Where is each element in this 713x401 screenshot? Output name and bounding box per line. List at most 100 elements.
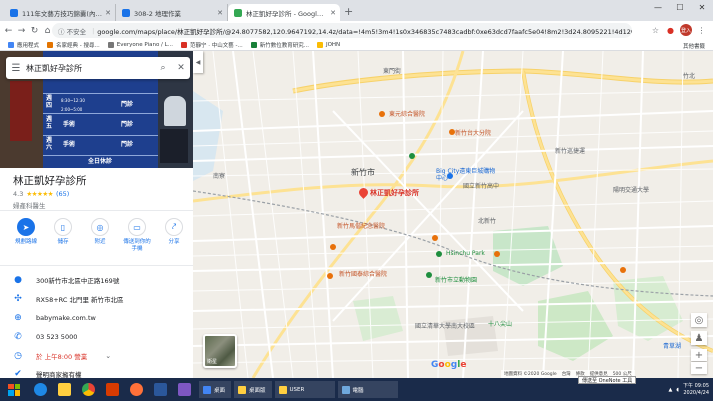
tab-close-icon[interactable]: ✕ bbox=[105, 9, 111, 17]
rating-value: 4.3 bbox=[13, 190, 24, 198]
other-bookmarks[interactable]: 其他書籤 bbox=[683, 42, 705, 50]
selected-place-label[interactable]: 林正凱好孕診所 bbox=[370, 188, 419, 198]
window-icon bbox=[203, 385, 211, 394]
start-button[interactable] bbox=[0, 378, 28, 401]
new-tab-button[interactable]: + bbox=[344, 6, 353, 17]
share-icon: ⤤ bbox=[165, 218, 183, 236]
hospital-poi-icon[interactable] bbox=[494, 251, 500, 257]
maps-favicon-icon bbox=[234, 8, 242, 17]
map-canvas[interactable]: 林正凱好孕診所 東門街 新竹市 Big City遠東巨城購物中心 國立新竹高中 … bbox=[193, 51, 713, 378]
volume-icon[interactable]: ◖ bbox=[676, 387, 679, 393]
search-input[interactable]: 林正凱好孕診所 bbox=[26, 63, 154, 74]
locate-me-button[interactable]: ◎ bbox=[691, 313, 707, 327]
save-button[interactable]: ▯ 儲存 bbox=[47, 218, 79, 253]
maximize-button[interactable]: ☐ bbox=[669, 0, 691, 14]
close-window-button[interactable]: ✕ bbox=[691, 0, 713, 14]
zoom-out-button[interactable]: − bbox=[691, 362, 707, 374]
windows-logo-icon bbox=[8, 383, 20, 396]
chrome-taskbar-icon[interactable] bbox=[76, 378, 100, 401]
address-row[interactable]: ● 300新竹市北區中正路169號 bbox=[0, 271, 193, 289]
extension-icon[interactable]: ● bbox=[665, 25, 676, 36]
collapse-panel-button[interactable]: ◀ bbox=[193, 51, 203, 73]
zoom-in-button[interactable]: + bbox=[691, 349, 707, 361]
address-bar[interactable]: ⓘ 不安全 | google.com/maps/place/林正凱好孕診所/@2… bbox=[52, 23, 632, 38]
minimize-button[interactable]: — bbox=[647, 0, 669, 14]
tab-title: 林正凱好孕診所 - Google 地圖 bbox=[246, 9, 328, 18]
zoo-poi-icon[interactable] bbox=[426, 272, 432, 278]
hospital-poi-icon[interactable] bbox=[379, 111, 385, 117]
google-logo: Google bbox=[431, 360, 467, 370]
share-button[interactable]: ⤤ 分享 bbox=[158, 218, 190, 253]
browser-tab-1[interactable]: 111年文藝方技巧錦囊(內容議程) ✕ bbox=[4, 4, 116, 21]
globe-icon: ⊕ bbox=[14, 313, 22, 323]
browser-tab-2[interactable]: 308-2 地理作業 ✕ bbox=[116, 4, 228, 21]
search-icon[interactable]: ⌕ bbox=[154, 63, 172, 73]
back-button[interactable]: ← bbox=[2, 26, 15, 36]
hours-row[interactable]: ◷ 於 上午8:00 營業 ⌄ bbox=[0, 347, 193, 365]
bookmark-favicon-icon bbox=[250, 42, 257, 48]
phone-row[interactable]: ✆ 03 523 5000 bbox=[0, 328, 193, 346]
ie-taskbar-icon[interactable] bbox=[28, 378, 52, 401]
place-rating: 4.3 ★★★★★ (65) bbox=[13, 190, 69, 198]
clear-search-icon[interactable]: ✕ bbox=[172, 63, 190, 73]
menu-hamburger-icon[interactable]: ☰ bbox=[6, 63, 26, 74]
app-taskbar-icon[interactable] bbox=[172, 378, 196, 401]
explorer-taskbar-icon[interactable] bbox=[52, 378, 76, 401]
forward-button[interactable]: → bbox=[15, 26, 28, 36]
not-secure-label[interactable]: ⓘ 不安全 bbox=[58, 26, 86, 36]
plus-code-row[interactable]: ✣ RX58+RC 北門里 新竹市北區 bbox=[0, 290, 193, 308]
plus-code-icon: ✣ bbox=[14, 294, 22, 304]
profile-avatar[interactable]: 登入 bbox=[680, 24, 692, 36]
pegman-icon[interactable]: ♟ bbox=[691, 331, 707, 345]
tab-title: 111年文藝方技巧錦囊(內容議程) bbox=[22, 9, 102, 18]
location-pin-icon: ● bbox=[14, 275, 22, 285]
park-poi-icon[interactable] bbox=[436, 251, 442, 257]
review-count-link[interactable]: (65) bbox=[56, 190, 69, 198]
folder-icon bbox=[278, 385, 287, 394]
park-poi-icon[interactable] bbox=[409, 153, 415, 159]
star-bookmark-icon[interactable]: ☆ bbox=[650, 25, 661, 36]
nearby-icon: ◎ bbox=[91, 218, 109, 236]
hospital-poi-icon[interactable] bbox=[330, 244, 336, 250]
hospital-poi-icon[interactable] bbox=[432, 235, 438, 241]
directions-button[interactable]: ➤ 規劃路線 bbox=[10, 218, 42, 253]
address-url: google.com/maps/place/林正凱好孕診所/@24.807758… bbox=[97, 27, 632, 36]
system-clock[interactable]: 下午 09:05 2020/4/24 bbox=[683, 383, 709, 397]
send-to-phone-button[interactable]: ▭ 傳送到你的手機 bbox=[121, 218, 153, 253]
browser-toolbar: ← → ↻ ⌂ ⓘ 不安全 | google.com/maps/place/林正… bbox=[0, 21, 713, 40]
office-taskbar-icon[interactable] bbox=[100, 378, 124, 401]
satellite-layer-toggle[interactable]: 衛星 bbox=[203, 334, 237, 368]
place-category[interactable]: 婦產科醫生 bbox=[13, 200, 46, 210]
tab-close-icon[interactable]: ✕ bbox=[217, 9, 223, 17]
bookmark-item[interactable]: 范靜宁 · 中山文藝 -... bbox=[180, 41, 243, 49]
reload-button[interactable]: ↻ bbox=[28, 26, 41, 36]
bookmark-item[interactable]: 應用程式 bbox=[8, 41, 39, 49]
taskbar-window[interactable]: 電腦 bbox=[337, 381, 398, 398]
bookmark-item[interactable]: 新竹數位教育研究... bbox=[250, 41, 309, 49]
tab-close-icon[interactable]: ✕ bbox=[330, 9, 336, 17]
bookmark-item[interactable]: JOHN bbox=[316, 42, 340, 48]
word-taskbar-icon[interactable] bbox=[148, 378, 172, 401]
taskbar-window[interactable]: 桌面版 bbox=[234, 381, 272, 398]
bookmark-item[interactable]: 名家經典 - 搜尋... bbox=[47, 41, 100, 49]
nearby-button[interactable]: ◎ 附近 bbox=[84, 218, 116, 253]
claim-business-row[interactable]: ✔ 聲明商家擁有權 bbox=[0, 365, 193, 378]
website-row[interactable]: ⊕ babymake.com.tw bbox=[0, 309, 193, 327]
hospital-poi-icon[interactable] bbox=[620, 267, 626, 273]
menu-dots-icon[interactable]: ⋮ bbox=[696, 25, 707, 36]
browser-tab-3-active[interactable]: 林正凱好孕診所 - Google 地圖 ✕ bbox=[228, 4, 340, 21]
hospital-poi-icon[interactable] bbox=[327, 273, 333, 279]
verified-check-icon: ✔ bbox=[14, 369, 22, 378]
firefox-taskbar-icon[interactable] bbox=[124, 378, 148, 401]
bookmark-item[interactable]: Everyone Piano / L... bbox=[107, 42, 173, 48]
maps-search-box: ☰ 林正凱好孕診所 ⌕ ✕ bbox=[6, 57, 190, 79]
bookmark-favicon-icon bbox=[47, 42, 54, 48]
place-panel: 週四 門診 8:30~12:30 2:00~5:00 週五 手術 門診 週六 手… bbox=[0, 51, 193, 378]
toolbar-icons: ☆ ● 登入 ⋮ bbox=[650, 24, 707, 36]
chevron-down-icon[interactable]: ⌄ bbox=[105, 352, 111, 360]
taskbar-window[interactable]: USER bbox=[274, 381, 335, 398]
folder-icon bbox=[316, 42, 323, 48]
taskbar-window[interactable]: 桌面 bbox=[199, 381, 232, 398]
network-icon[interactable]: ▲ bbox=[669, 387, 673, 393]
tab-favicon-icon bbox=[122, 8, 130, 17]
